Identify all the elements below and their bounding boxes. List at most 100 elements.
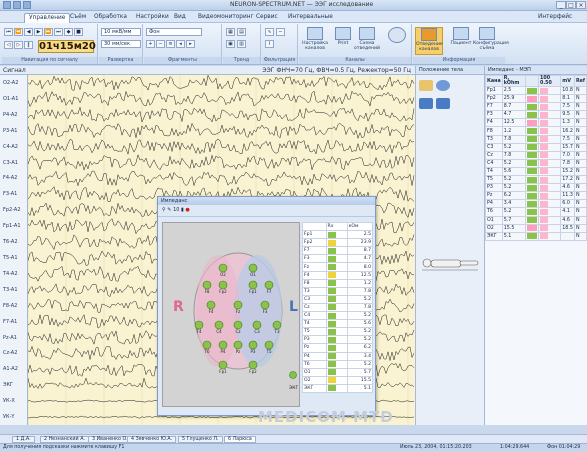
patient-tab[interactable]: 6 Ларюса [224,436,256,443]
table-row[interactable]: C3 5.2 15.7 N [485,142,587,152]
table-row[interactable]: Pz 6.2 11.3 N [485,191,587,201]
electrode[interactable] [233,300,243,310]
electrode[interactable] [272,320,282,330]
electrode[interactable] [206,300,216,310]
montage-select[interactable]: Фон [146,28,202,36]
impedance-button[interactable]: Отведение каналов [415,27,443,55]
electrode[interactable] [248,280,258,290]
electrode[interactable] [260,300,270,310]
channel-label[interactable]: ЭКГ [3,382,13,388]
table-row[interactable]: O1 5.7 [302,367,374,377]
tab-settings[interactable]: Настройки [132,13,173,23]
table-row[interactable]: F3 4.7 9.5 N [485,110,587,120]
table-row[interactable]: F3 4.7 [302,254,374,264]
electrode[interactable] [218,360,228,370]
stop-icon[interactable]: ● [185,207,189,213]
table-row[interactable]: F7 8.7 7.5 N [485,102,587,112]
undo-icon[interactable] [23,1,31,9]
patient-tab[interactable]: 3 Иваненко О. [88,436,132,443]
table-row[interactable]: F4 12.5 [302,270,374,280]
speed-select[interactable]: 30 мм/сек [101,40,141,48]
table-row[interactable]: F8 1.2 16.2 N [485,126,587,136]
save-icon[interactable] [13,1,21,9]
arrow-right-icon[interactable] [436,98,450,109]
speaker-icon[interactable] [436,80,450,91]
channel-label[interactable]: T5-A1 [3,255,18,261]
patient-button[interactable]: Пациент [447,27,475,46]
tab-control[interactable]: Управление [24,13,71,23]
step-back-icon[interactable]: ◁ [4,41,13,49]
table-row[interactable]: Fp2 25.9 8.1 N [485,94,587,104]
channel-label[interactable]: O2-A2 [3,80,18,86]
channel-label[interactable]: УК-X [3,398,15,404]
table-row[interactable]: T5 5.2 17.2 N [485,175,587,185]
fragment-prev-icon[interactable]: ◂ [176,40,185,48]
table-row[interactable]: T4 5.6 [302,319,374,329]
table-row[interactable]: Fp1 2.5 [302,230,374,240]
table-row[interactable]: ЭКГ 5.1 [302,383,374,393]
table-row[interactable]: T6 5.2 [302,359,374,369]
electrode[interactable] [248,263,258,273]
table-row[interactable]: ЭКГ 5.1 N [485,231,587,241]
tab-service[interactable]: Сервис [252,13,282,23]
play-icon[interactable]: ▶ [34,28,43,36]
table-row[interactable]: Cz 7.8 [302,302,374,313]
fragment-next-icon[interactable]: ▸ [186,40,195,48]
patient-tab[interactable]: 5 Глущенко Л. [178,436,223,443]
table-row[interactable]: Fp2 23.9 [302,238,374,248]
pause-icon[interactable]: ‖ [24,41,33,49]
pen-icon[interactable]: ✎ [167,207,171,213]
table-row[interactable]: T3 7.8 7.5 N [485,134,587,144]
table-row[interactable]: Pz 6.2 [302,343,374,353]
table-row[interactable]: O2 15.5 [302,375,374,385]
fragment-del-icon[interactable]: − [156,40,165,48]
channel-label[interactable]: T4-A2 [3,271,18,277]
step-fwd-icon[interactable]: ▷ [14,41,23,49]
channel-label[interactable]: Fp2-A2 [3,207,21,213]
patient-tab[interactable]: 4 Зявченко Ю.А. [127,436,177,443]
highpass-icon[interactable]: ⌇ [265,40,274,48]
probe-icon[interactable]: ⚲ [162,207,166,213]
table-row[interactable]: Fz 8.0 [302,262,374,272]
table-row[interactable]: C4 5.2 7.8 N [485,158,587,168]
tab-view[interactable]: Вид [170,13,190,23]
arrow-left-icon[interactable] [419,98,433,109]
table-row[interactable]: T6 5.2 4.1 N [485,207,587,217]
electrode[interactable] [218,263,228,273]
bookmark-icon[interactable]: ■ [74,28,83,36]
config-button[interactable]: Конфигурация съёма [473,27,509,51]
scheme-button[interactable]: Схема отведений [353,27,381,51]
table-row[interactable]: F7 8.7 [302,246,374,256]
channel-label[interactable]: P3-A1 [3,128,18,134]
electrode[interactable] [252,320,262,330]
close-button[interactable]: × [576,1,586,9]
table-row[interactable]: F4 12.5 1.3 N [485,118,587,128]
table-row[interactable]: P4 3.4 6.0 N [485,199,587,209]
channel-label[interactable]: Pz-A1 [3,335,17,341]
app-menu-icon[interactable] [3,1,11,9]
setup-channels-button[interactable]: Настройка каналов [301,27,329,51]
fragment-list-icon[interactable]: ≡ [166,40,175,48]
electrode[interactable] [218,280,228,290]
table-row[interactable]: C4 5.2 [302,311,374,321]
channel-label[interactable]: F3-A1 [3,191,17,197]
filter-icon[interactable]: ∿ [265,28,274,36]
electrode[interactable] [202,280,212,290]
table-row[interactable]: Fp1 2.5 10.8 N [485,85,587,96]
table-row[interactable]: Cz 7.8 7.0 N [485,150,587,160]
first-icon[interactable]: ⏮ [4,28,13,36]
trend-icon[interactable]: ▦ [226,28,235,36]
table-row[interactable]: O2 15.5 18.5 N [485,223,587,233]
channel-label[interactable]: T6-A2 [3,239,18,245]
head-map-button[interactable] [383,27,411,44]
trend-map-icon[interactable]: ▥ [237,40,246,48]
electrode[interactable] [248,360,258,370]
table-row[interactable]: P4 3.4 [302,351,374,361]
channel-label[interactable]: O1-A1 [3,96,18,102]
patient-tab[interactable]: 2 Незнанский А. [40,436,89,443]
table-row[interactable]: C3 5.2 [302,294,374,304]
rewind-icon[interactable]: ⏪ [14,28,23,36]
trend-color-icon[interactable]: ▣ [226,40,235,48]
ecg-electrode[interactable] [289,371,297,379]
table-row[interactable]: P3 5.2 [302,335,374,345]
